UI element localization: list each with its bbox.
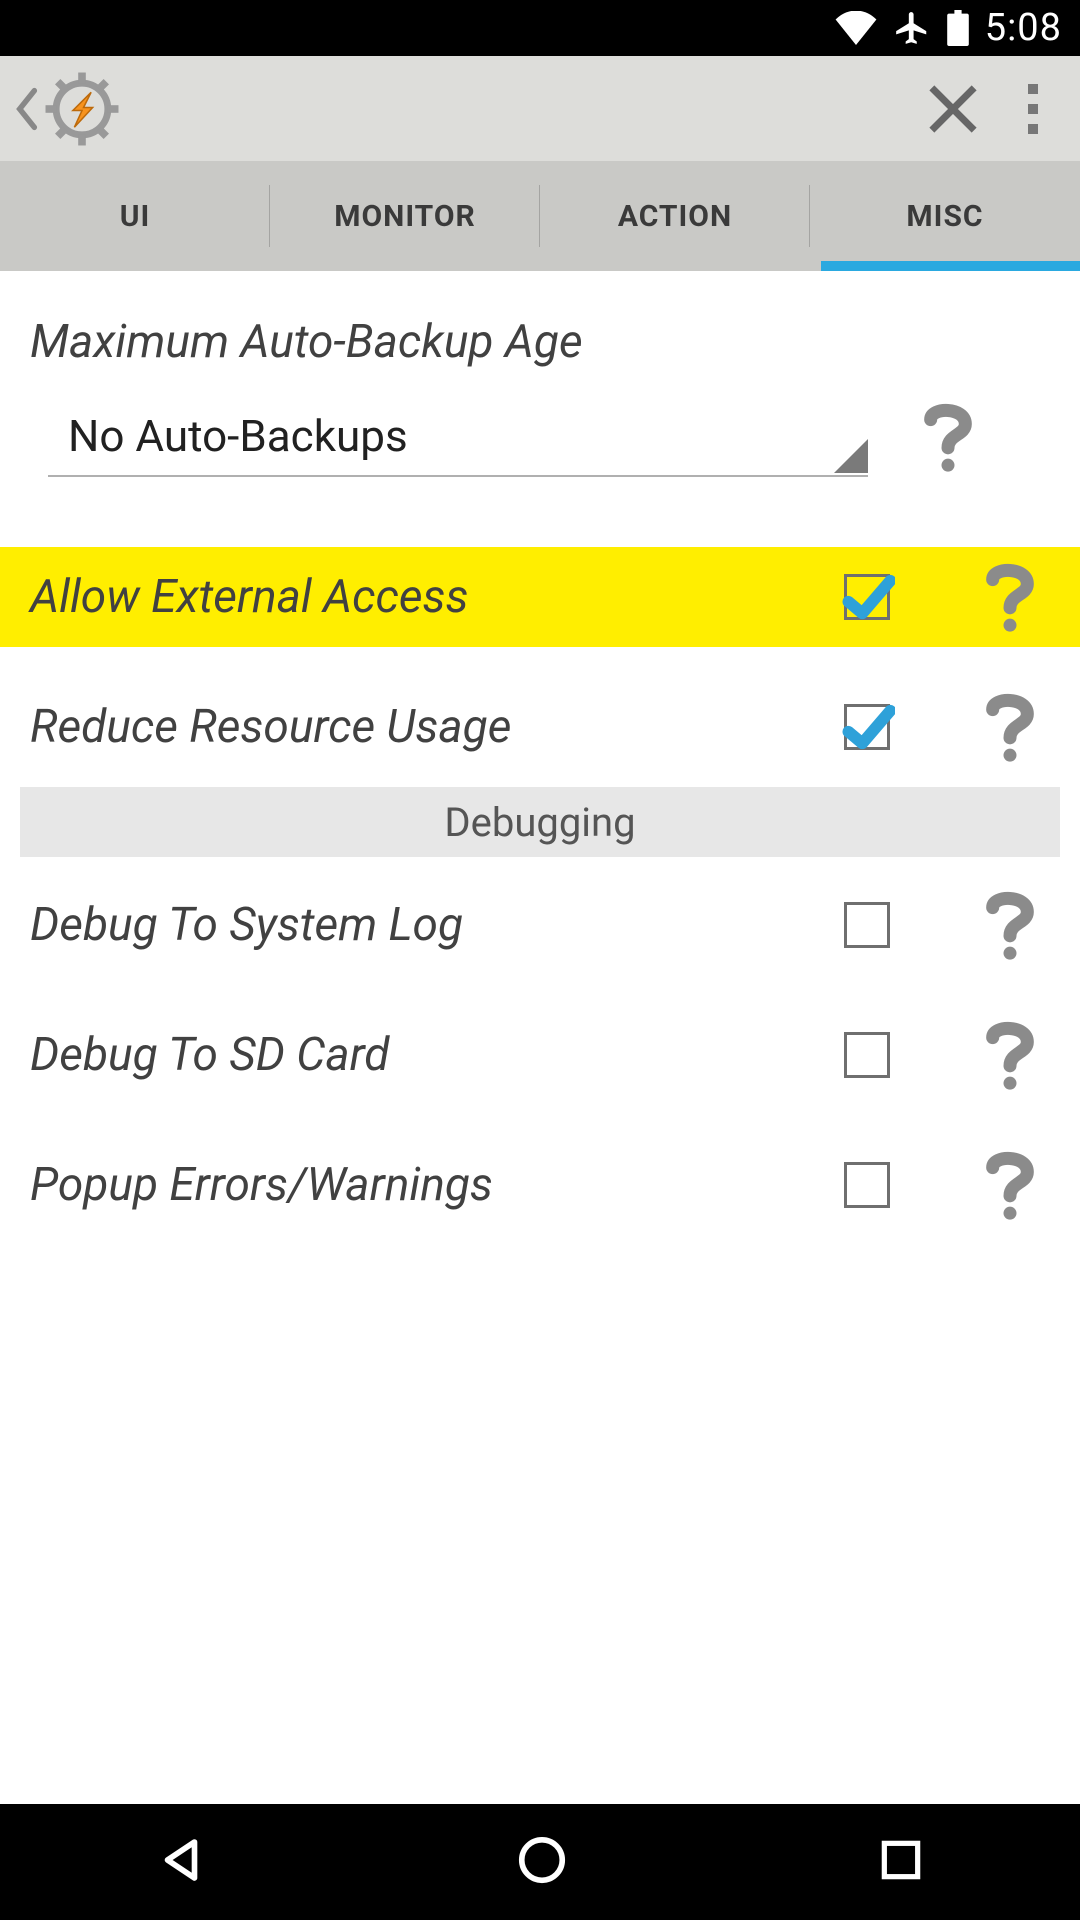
setting-label: Reduce Resource Usage	[30, 700, 844, 754]
help-button-debug-sd-card[interactable]	[970, 1019, 1050, 1091]
row-max-backup-age: No Auto-Backups	[0, 369, 1080, 497]
row-popup-errors[interactable]: Popup Errors/Warnings	[0, 1135, 1080, 1235]
app-bar	[0, 56, 1080, 161]
setting-label: Debug To System Log	[30, 898, 844, 952]
settings-content: Maximum Auto-Backup Age No Auto-Backups …	[0, 271, 1080, 1235]
checkmark-icon	[839, 699, 895, 755]
overflow-dot-icon	[1028, 84, 1038, 94]
tab-bar: UI MONITOR ACTION MISC	[0, 161, 1080, 271]
tasker-app-icon[interactable]	[42, 69, 122, 149]
tab-misc[interactable]: MISC	[810, 161, 1080, 271]
back-chevron-icon[interactable]	[12, 79, 42, 139]
row-allow-external-access[interactable]: Allow External Access	[0, 547, 1080, 647]
close-button[interactable]	[908, 64, 998, 154]
checkbox-allow-external-access[interactable]	[844, 574, 890, 620]
battery-icon	[947, 10, 969, 46]
tab-ui[interactable]: UI	[0, 161, 270, 271]
wifi-icon	[835, 11, 877, 45]
airplane-icon	[893, 9, 931, 47]
row-debug-sd-card[interactable]: Debug To SD Card	[0, 1005, 1080, 1105]
setting-label: Popup Errors/Warnings	[30, 1158, 844, 1212]
overflow-dot-icon	[1028, 124, 1038, 134]
help-button-allow-external-access[interactable]	[970, 561, 1050, 633]
checkbox-popup-errors[interactable]	[844, 1162, 890, 1208]
nav-back-button[interactable]	[154, 1833, 208, 1891]
status-time: 5:08	[985, 6, 1062, 50]
help-button-debug-system-log[interactable]	[970, 889, 1050, 961]
dropdown-caret-icon	[834, 439, 868, 473]
checkbox-debug-system-log[interactable]	[844, 902, 890, 948]
system-nav-bar	[0, 1804, 1080, 1920]
checkmark-icon	[839, 569, 895, 625]
setting-label: Allow External Access	[30, 570, 844, 624]
tab-indicator	[821, 261, 1080, 271]
help-button-popup-errors[interactable]	[970, 1149, 1050, 1221]
nav-recent-button[interactable]	[876, 1835, 926, 1889]
help-button-max-backup-age[interactable]	[908, 401, 988, 473]
dropdown-value: No Auto-Backups	[48, 410, 408, 462]
tab-label: MISC	[906, 199, 983, 234]
setting-title-max-backup-age: Maximum Auto-Backup Age	[0, 271, 1080, 369]
tab-label: ACTION	[618, 199, 732, 234]
max-backup-age-dropdown[interactable]: No Auto-Backups	[48, 397, 868, 477]
tab-action[interactable]: ACTION	[540, 161, 810, 271]
help-button-reduce-resource-usage[interactable]	[970, 691, 1050, 763]
tab-label: UI	[120, 199, 151, 234]
overflow-dot-icon	[1028, 104, 1038, 114]
checkbox-debug-sd-card[interactable]	[844, 1032, 890, 1078]
section-header-debugging: Debugging	[20, 787, 1060, 857]
row-reduce-resource-usage[interactable]: Reduce Resource Usage	[0, 677, 1080, 777]
setting-label: Debug To SD Card	[30, 1028, 844, 1082]
tab-label: MONITOR	[334, 199, 476, 234]
checkbox-reduce-resource-usage[interactable]	[844, 704, 890, 750]
row-debug-system-log[interactable]: Debug To System Log	[0, 875, 1080, 975]
nav-home-button[interactable]	[515, 1833, 569, 1891]
overflow-menu-button[interactable]	[998, 64, 1068, 154]
tab-monitor[interactable]: MONITOR	[270, 161, 540, 271]
status-bar: 5:08	[0, 0, 1080, 56]
